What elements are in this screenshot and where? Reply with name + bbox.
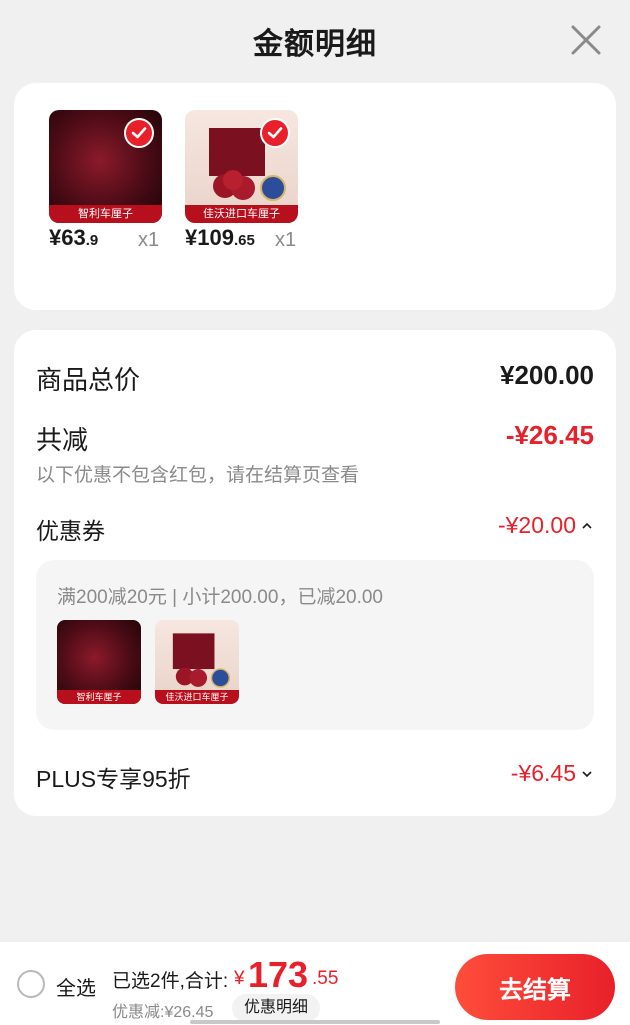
plus-value[interactable]: -¥6.45 [511, 760, 594, 787]
reduce-label: 共减 [36, 425, 89, 455]
chevron-up-icon[interactable] [580, 519, 594, 533]
reduce-row: 共减 -¥26.45 [36, 420, 594, 457]
home-indicator [190, 1020, 440, 1024]
product-tag: 佳沃进口车厘子 [185, 205, 298, 223]
product-tag: 智利车厘子 [49, 205, 162, 223]
chevron-down-icon[interactable] [580, 767, 594, 781]
product-thumbnail[interactable]: 佳沃进口车厘子 [185, 110, 298, 223]
product-tag: 佳沃进口车厘子 [155, 690, 239, 704]
price-detail-button[interactable]: 优惠明细 [232, 994, 321, 1022]
total-currency: ¥ [234, 968, 245, 989]
header: 金额明细 [0, 0, 630, 82]
reduce-value: -¥26.45 [505, 420, 594, 450]
coupon-value-text: -¥20.00 [497, 512, 576, 538]
selected-count: 已选2件,合计: [112, 971, 229, 992]
checkout-bar: 全选 已选2件,合计: ¥ 173 .55 优惠减:¥26.45 优惠明细 去结… [0, 942, 630, 1025]
plus-label: PLUS专享95折 [36, 766, 191, 792]
coupon-row[interactable]: 优惠券 -¥20.00 [36, 512, 594, 546]
total-price-row: 商品总价 ¥200.00 [36, 360, 594, 397]
product-qty: x1 [275, 229, 297, 251]
reduce-note: 以下优惠不包含红包，请在结算页查看 [36, 460, 594, 487]
check-icon[interactable] [260, 118, 290, 148]
product-item[interactable]: 佳沃进口车厘子 [185, 110, 298, 223]
plus-value-text: -¥6.45 [510, 760, 576, 786]
plus-row[interactable]: PLUS专享95折 -¥6.45 [36, 760, 594, 794]
product-list-card: 智利车厘子 ¥63.9 x1 佳沃进口车厘子 ¥109.65 x1 [14, 83, 616, 310]
discount-text: 优惠减:¥26.45 [112, 1004, 214, 1021]
product-tag: 智利车厘子 [57, 690, 141, 704]
coupon-product-thumbnail: 佳沃进口车厘子 [155, 620, 239, 704]
product-price: ¥109.65 [185, 225, 255, 250]
reduce-note-text: 以下优惠不包含红包，请在结算页查看 [36, 465, 360, 486]
coupon-value[interactable]: -¥20.00 [498, 512, 594, 539]
coupon-detail-box: 满200减20元 | 小计200.00，已减20.00 智利车厘子 佳沃进口车厘… [36, 560, 594, 730]
total-decimal: .55 [312, 968, 339, 989]
select-all-radio[interactable] [17, 970, 45, 998]
close-icon[interactable] [568, 22, 604, 58]
page-title: 金额明细 [253, 28, 377, 61]
select-all-label[interactable]: 全选 [56, 972, 96, 1001]
product-qty: x1 [138, 229, 160, 251]
check-icon[interactable] [124, 118, 154, 148]
product-price: ¥63.9 [49, 225, 99, 250]
total-price-value: ¥200.00 [500, 360, 594, 390]
product-thumbnail[interactable]: 智利车厘子 [49, 110, 162, 223]
coupon-product-thumbnail: 智利车厘子 [57, 620, 141, 704]
total-amount: 173 [248, 954, 309, 995]
checkout-button[interactable]: 去结算 [455, 954, 615, 1020]
coupon-label: 优惠券 [36, 518, 105, 544]
price-summary-card: 商品总价 ¥200.00 共减 -¥26.45 以下优惠不包含红包，请在结算页查… [14, 330, 616, 816]
product-item[interactable]: 智利车厘子 [49, 110, 162, 223]
coupon-description: 满200减20元 | 小计200.00，已减20.00 [57, 587, 383, 608]
total-price-label: 商品总价 [36, 365, 141, 395]
